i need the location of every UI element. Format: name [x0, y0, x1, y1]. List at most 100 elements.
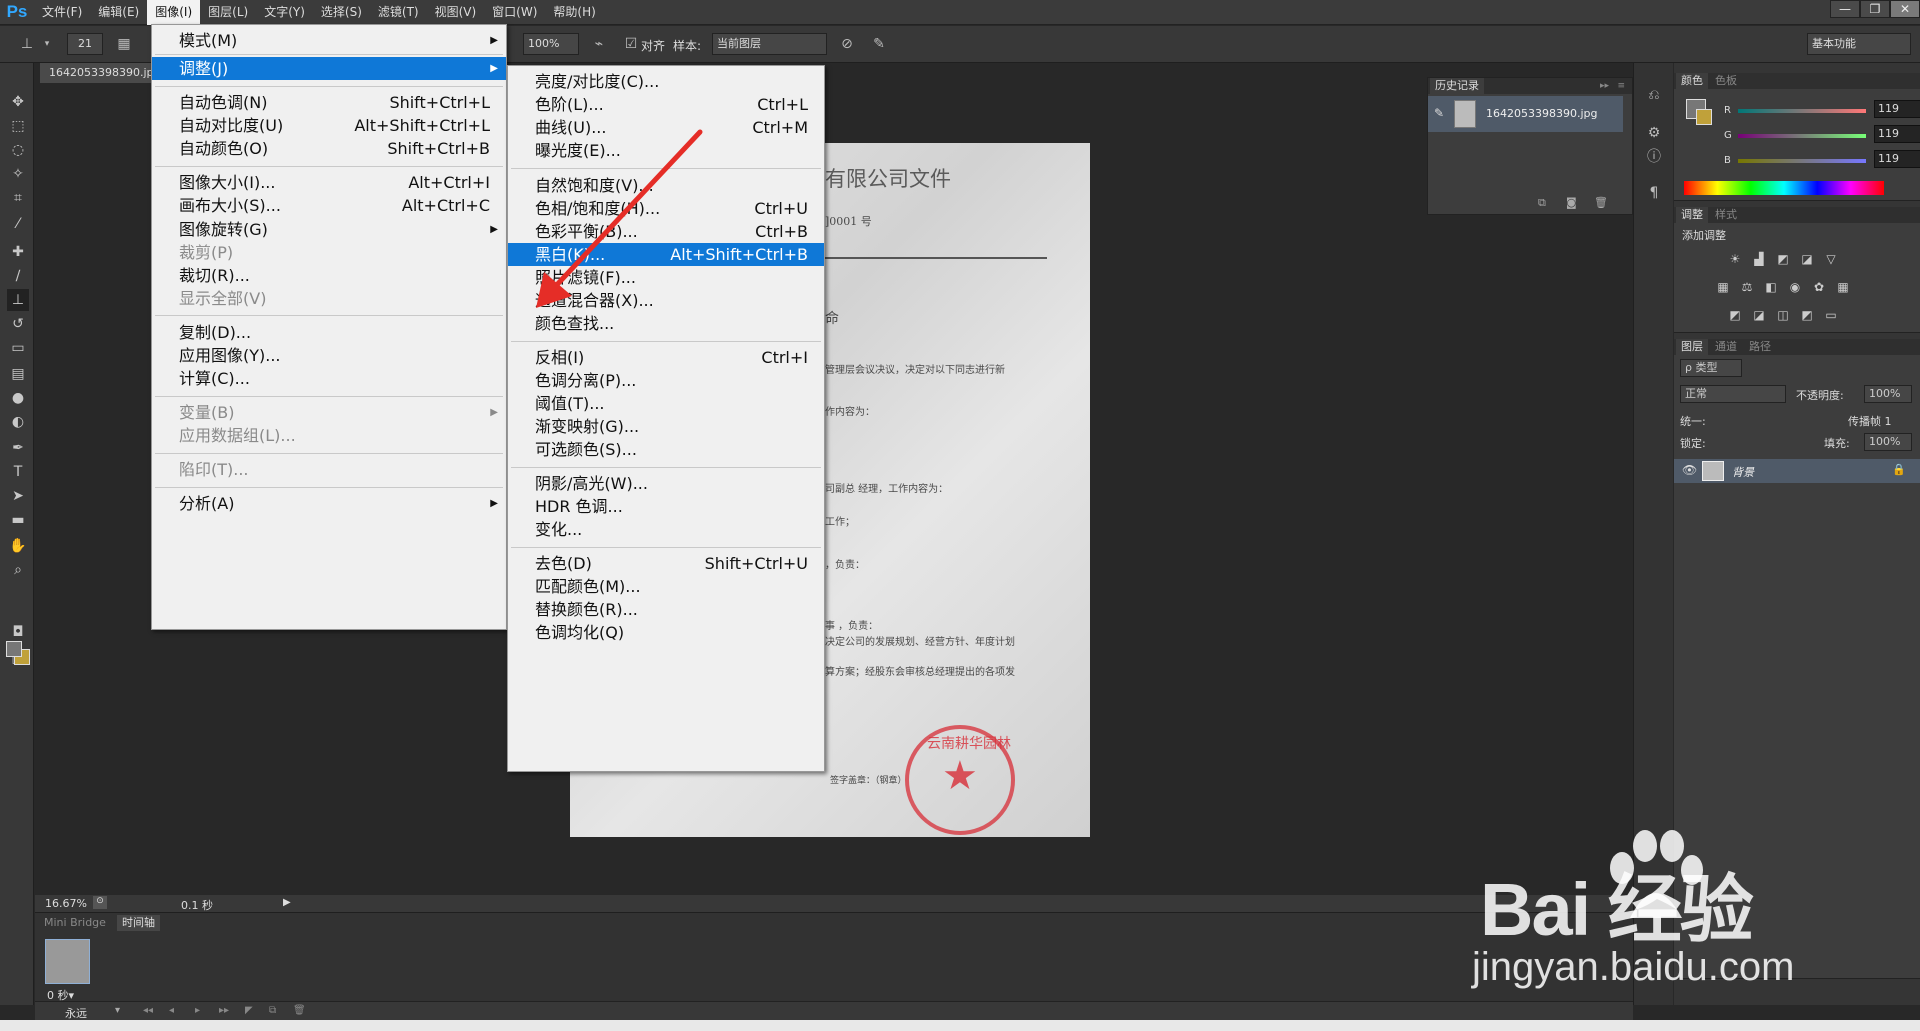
tab-styles[interactable]: 样式: [1710, 207, 1742, 223]
image-menu-item[interactable]: 陷印(T)...: [152, 458, 506, 481]
layer-row-background[interactable]: 👁 背景 🔒: [1674, 459, 1920, 483]
move-tool-icon[interactable]: ✥: [7, 91, 29, 113]
status-arrow-icon[interactable]: ▶: [283, 897, 291, 908]
play-icon[interactable]: ▸: [195, 1005, 200, 1016]
quick-select-tool-icon[interactable]: ✧: [7, 163, 29, 185]
slider-b[interactable]: [1738, 159, 1866, 163]
zoom-readout[interactable]: 16.67%: [45, 897, 87, 910]
paragraph-icon[interactable]: ¶: [1644, 183, 1664, 203]
adjust-menu-item[interactable]: 可选颜色(S)...: [508, 438, 824, 461]
black-white-icon[interactable]: ◧: [1762, 279, 1780, 295]
prev-frame-icon[interactable]: ◂: [169, 1005, 174, 1016]
adjust-menu-item[interactable]: 色调分离(P)...: [508, 369, 824, 392]
next-frame-icon[interactable]: ▸▸: [219, 1005, 229, 1016]
adjust-menu-item[interactable]: 阴影/高光(W)...: [508, 472, 824, 495]
propagate-frame-checkbox[interactable]: 传播帧 1: [1848, 413, 1892, 429]
panel-menu-icon[interactable]: ≡: [1612, 78, 1630, 94]
slider-g[interactable]: [1738, 134, 1866, 138]
expand-icon[interactable]: ▸▸: [1595, 78, 1614, 94]
tab-mini-bridge[interactable]: Mini Bridge: [39, 915, 111, 931]
image-menu-item[interactable]: 裁剪(P): [152, 241, 506, 264]
menu-help[interactable]: 帮助(H): [545, 0, 603, 25]
menu-type[interactable]: 文字(Y): [256, 0, 313, 25]
minimize-button[interactable]: —: [1830, 0, 1860, 18]
image-menu-item[interactable]: 模式(M) ▶: [152, 29, 506, 52]
value-r[interactable]: 119: [1874, 100, 1920, 118]
image-menu-item[interactable]: 画布大小(S)... Alt+Ctrl+C: [152, 194, 506, 217]
menu-file[interactable]: 文件(F): [34, 0, 90, 25]
tab-timeline[interactable]: 时间轴: [117, 915, 160, 931]
adjust-menu-item[interactable]: HDR 色调...: [508, 495, 824, 518]
crop-tool-icon[interactable]: ⌗: [7, 187, 29, 209]
gradient-tool-icon[interactable]: ▤: [7, 363, 29, 385]
adjust-menu-item[interactable]: 匹配颜色(M)...: [508, 575, 824, 598]
color-balance-icon[interactable]: ⚖: [1738, 279, 1756, 295]
loop-dropdown[interactable]: 永远: [65, 1005, 87, 1021]
export-icon[interactable]: ⊙: [93, 896, 107, 909]
tab-channels[interactable]: 通道: [1710, 339, 1742, 355]
history-brush-icon[interactable]: ✎: [1434, 106, 1444, 120]
image-menu-item[interactable]: 应用数据组(L)...: [152, 424, 506, 447]
invert-icon[interactable]: ◩: [1726, 307, 1744, 323]
menu-select[interactable]: 选择(S): [313, 0, 370, 25]
adjust-menu-item[interactable]: 去色(D) Shift+Ctrl+U: [508, 552, 824, 575]
marquee-tool-icon[interactable]: ⬚: [7, 115, 29, 137]
curves-icon[interactable]: ◩: [1774, 251, 1792, 267]
airbrush-icon[interactable]: ⌁: [590, 35, 608, 53]
clone-stamp-tool-icon[interactable]: ⊥: [18, 35, 36, 53]
image-menu-item[interactable]: 变量(B) ▶: [152, 401, 506, 424]
new-doc-from-state-icon[interactable]: ⧉: [1538, 196, 1546, 210]
zoom-tool-icon[interactable]: ⌕: [7, 559, 29, 581]
adjust-menu-item[interactable]: 替换颜色(R)...: [508, 598, 824, 621]
tab-adjustments[interactable]: 调整: [1676, 207, 1708, 223]
zoom-dropdown[interactable]: 100%: [523, 33, 579, 55]
menu-window[interactable]: 窗口(W): [484, 0, 545, 25]
slider-r[interactable]: [1738, 109, 1866, 113]
history-snapshot-row[interactable]: ✎ 1642053398390.jpg: [1428, 96, 1623, 132]
menu-filter[interactable]: 滤镜(T): [370, 0, 427, 25]
channel-mixer-icon[interactable]: ✿: [1810, 279, 1828, 295]
first-frame-icon[interactable]: ◂◂: [143, 1005, 153, 1016]
properties-icon[interactable]: ⚙: [1644, 123, 1664, 143]
blend-mode-dropdown[interactable]: 正常: [1680, 385, 1786, 403]
dodge-tool-icon[interactable]: ◐: [7, 411, 29, 433]
opacity-input[interactable]: 100%: [1864, 385, 1912, 403]
align-checkbox[interactable]: ☑: [622, 35, 640, 53]
value-g[interactable]: 119: [1874, 125, 1920, 143]
brightness-icon[interactable]: ☀: [1726, 251, 1744, 267]
menu-image[interactable]: 图像(I): [147, 0, 201, 25]
hand-tool-icon[interactable]: ✋: [7, 535, 29, 557]
tab-paths[interactable]: 路径: [1744, 339, 1776, 355]
adjust-menu-item[interactable]: 色调均化(Q): [508, 621, 824, 644]
layer-kind-filter[interactable]: ρ 类型: [1680, 359, 1742, 377]
menu-edit[interactable]: 编辑(E): [90, 0, 147, 25]
info-icon[interactable]: ⓘ: [1644, 147, 1664, 167]
lasso-tool-icon[interactable]: ◌: [7, 139, 29, 161]
value-b[interactable]: 119: [1874, 150, 1920, 168]
eye-icon[interactable]: 👁: [1682, 463, 1697, 477]
blur-tool-icon[interactable]: ●: [7, 387, 29, 409]
clone-stamp-tool-icon[interactable]: ⊥: [7, 289, 29, 311]
close-button[interactable]: ✕: [1890, 0, 1920, 18]
quick-mask-icon[interactable]: ◘: [7, 621, 29, 643]
fill-input[interactable]: 100%: [1864, 433, 1912, 451]
brush-size-picker[interactable]: 21: [67, 33, 103, 55]
image-menu-item[interactable]: 图像大小(I)... Alt+Ctrl+I: [152, 171, 506, 194]
exposure-icon[interactable]: ◪: [1798, 251, 1816, 267]
brush-tool-icon[interactable]: ∕: [7, 265, 29, 287]
image-menu-item[interactable]: 自动颜色(O) Shift+Ctrl+B: [152, 137, 506, 160]
color-lookup-icon[interactable]: ▦: [1834, 279, 1852, 295]
healing-brush-tool-icon[interactable]: ✚: [7, 241, 29, 263]
image-menu-item[interactable]: 显示全部(V): [152, 287, 506, 310]
menu-layer[interactable]: 图层(L): [200, 0, 256, 25]
hue-sat-icon[interactable]: ▦: [1714, 279, 1732, 295]
image-menu-item[interactable]: 应用图像(Y)...: [152, 344, 506, 367]
selective-color-icon[interactable]: ◩: [1798, 307, 1816, 323]
tab-swatches[interactable]: 色板: [1710, 73, 1742, 89]
tab-history[interactable]: 历史记录: [1430, 78, 1484, 94]
image-menu-item[interactable]: 分析(A) ▶: [152, 492, 506, 515]
workspace-dropdown[interactable]: 基本功能: [1807, 33, 1911, 55]
ignore-adjustment-icon[interactable]: ⊘: [838, 35, 856, 53]
image-menu-item[interactable]: 自动对比度(U) Alt+Shift+Ctrl+L: [152, 114, 506, 137]
photo-filter-icon[interactable]: ◉: [1786, 279, 1804, 295]
